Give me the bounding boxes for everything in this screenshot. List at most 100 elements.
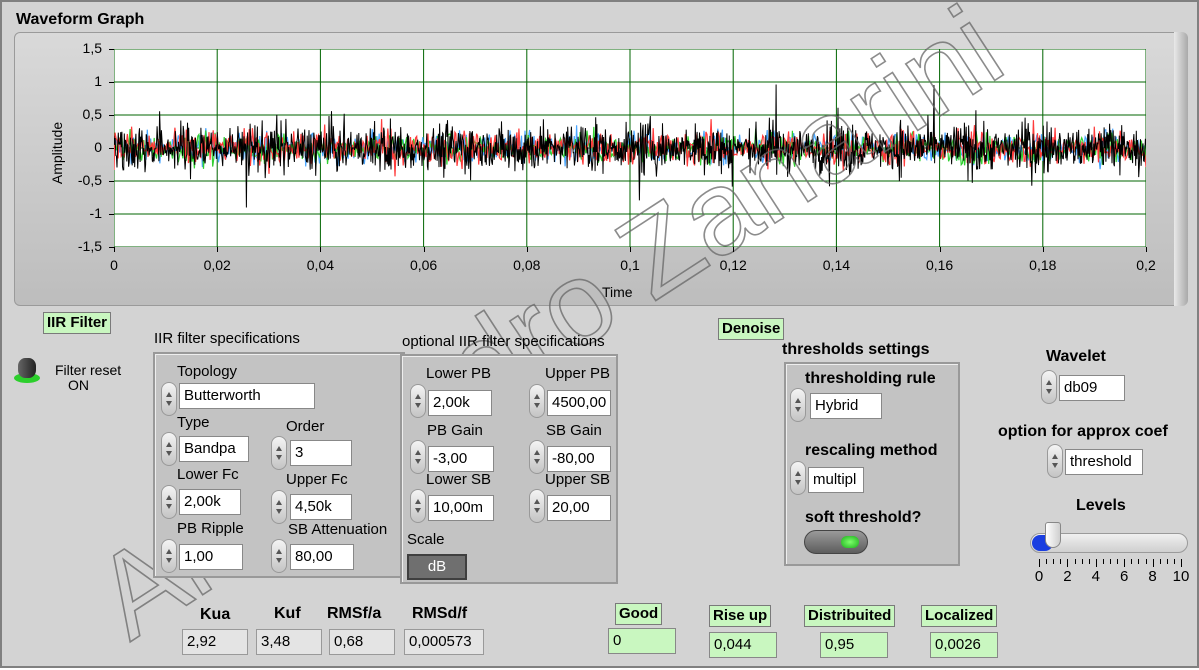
sb-attenuation-spinner[interactable] [271,539,287,573]
x-tick-mark [1042,247,1044,252]
levels-tick-mark [1060,559,1062,564]
levels-tick-mark [1131,559,1133,564]
levels-tick-label: 10 [1172,568,1190,585]
x-tick-label: 0 [110,257,118,273]
distribuited-value: 0,95 [820,632,888,658]
y-tick-label: -1,5 [77,238,102,254]
sb-attenuation-label: SB Attenuation [288,521,388,538]
sb-gain-label: SB Gain [546,422,602,439]
x-tick-mark [733,247,735,252]
x-tick-mark [630,247,631,252]
upper-sb-spinner[interactable] [529,489,545,523]
x-tick-label: 0,12 [719,257,747,273]
lower-pb-field[interactable]: 2,00k [428,390,492,416]
type-spinner[interactable] [161,432,177,466]
pb-gain-field[interactable]: -3,00 [428,446,494,472]
y-tick-label: -1 [89,205,102,221]
levels-tick-label: 4 [1091,568,1100,585]
upper-sb-field[interactable]: 20,00 [547,495,611,521]
upper-fc-label: Upper Fc [286,471,348,488]
sb-gain-spinner[interactable] [529,440,545,474]
levels-tick-mark [1039,559,1040,567]
topology-field[interactable]: Butterworth [179,383,315,409]
y-tick-mark [109,148,114,149]
y-tick-mark [109,181,114,182]
lower-pb-spinner[interactable] [410,384,426,418]
graph-title: Waveform Graph [16,11,145,28]
x-tick-label: 0,04 [306,257,335,273]
topology-spinner[interactable] [161,382,177,416]
x-tick-label: 0,18 [1029,257,1057,273]
rescaling-method-field[interactable]: multipl [808,467,864,493]
kua-value: 2,92 [182,629,248,655]
levels-tick-mark [1102,559,1104,564]
soft-threshold-toggle[interactable] [804,530,868,554]
x-tick-mark [939,247,941,252]
approx-coef-field[interactable]: threshold [1065,449,1143,475]
y-tick-label: -0,5 [77,172,102,188]
x-tick-label: 0,16 [925,257,954,273]
lower-sb-field[interactable]: 10,00m [428,495,494,521]
y-axis-label-box: Amplitude [47,120,67,190]
sb-gain-field[interactable]: -80,00 [547,446,611,472]
lower-fc-field[interactable]: 2,00k [179,489,241,515]
rmsfa-label: RMSf/a [327,605,382,622]
pb-ripple-spinner[interactable] [161,539,177,573]
thresholding-rule-label: thresholding rule [805,370,936,387]
approx-coef-spinner[interactable] [1047,444,1063,478]
levels-tick-mark [1138,559,1140,564]
upper-pb-spinner[interactable] [529,384,545,418]
scale-button[interactable]: dB [407,554,467,580]
x-axis-label: Time [602,284,633,300]
levels-tick-mark [1152,559,1154,567]
y-tick-label: 1 [94,73,102,89]
x-tick-mark [320,247,322,252]
levels-tick-mark [1081,559,1083,564]
rescaling-method-spinner[interactable] [790,461,806,495]
upper-pb-field[interactable]: 4500,00 [547,390,611,416]
rise-up-value: 0,044 [709,632,777,658]
scale-label: Scale [407,531,445,548]
pb-gain-spinner[interactable] [410,440,426,474]
x-tick-label: 0,14 [822,257,851,273]
wavelet-spinner[interactable] [1041,370,1057,404]
sb-attenuation-field[interactable]: 80,00 [290,544,354,570]
levels-tick-mark [1074,559,1076,564]
order-label: Order [286,418,325,435]
levels-label: Levels [1076,497,1126,514]
y-tick-label: 0 [94,139,102,155]
upper-pb-label: Upper PB [545,365,611,382]
levels-tick-mark [1117,559,1119,564]
pb-ripple-field[interactable]: 1,00 [179,544,243,570]
order-spinner[interactable] [271,436,287,470]
denoise-badge: Denoise [718,318,785,340]
filter-reset-switch[interactable] [14,358,40,384]
x-tick-label: 0,02 [203,257,231,273]
lower-fc-spinner[interactable] [161,485,177,519]
y-tick-label: 1,5 [82,40,102,56]
wavelet-field[interactable]: db09 [1059,375,1125,401]
y-tick-mark [109,214,114,215]
y-tick-mark [109,115,114,116]
upper-fc-spinner[interactable] [271,490,287,524]
lower-sb-spinner[interactable] [410,489,426,523]
waveform-plot[interactable] [114,49,1146,247]
levels-tick-mark [1053,559,1055,564]
rise-up-badge: Rise up [709,605,772,627]
x-tick-label: 0,08 [513,257,541,273]
type-label: Type [177,414,210,431]
upper-fc-field[interactable]: 4,50k [290,494,352,520]
levels-slider-thumb[interactable] [1045,522,1062,548]
y-tick-mark [109,49,114,50]
thresholding-rule-field[interactable]: Hybrid [810,393,882,419]
order-field[interactable]: 3 [290,440,352,466]
thresholding-rule-spinner[interactable] [790,388,806,422]
kuf-value: 3,48 [256,629,322,655]
good-badge: Good [615,603,663,625]
y-axis-label: Amplitude [49,121,65,185]
x-tick-label: 0,06 [409,257,438,273]
levels-tick-mark [1173,559,1175,564]
iir-spec-title: IIR filter specifications [154,330,300,347]
levels-tick-mark [1159,559,1161,564]
type-field[interactable]: Bandpa [179,436,249,462]
